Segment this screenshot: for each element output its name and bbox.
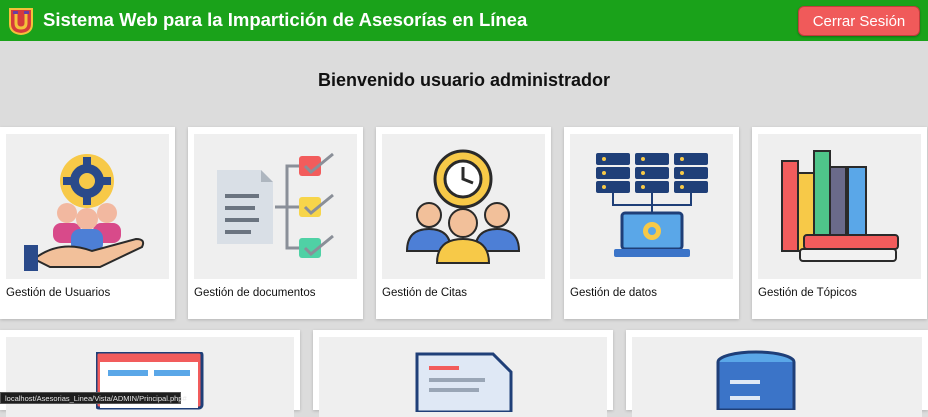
browser-status-url: localhost/Asesorias_Linea/Vista/ADMIN/Pr… — [0, 392, 187, 404]
document-file-icon — [415, 352, 513, 412]
card-label: Gestión de datos — [570, 287, 657, 299]
card-label: Gestión de documentos — [194, 287, 316, 299]
app-title: Sistema Web para la Impartición de Aseso… — [43, 9, 528, 30]
books-topics-icon — [781, 150, 899, 262]
card-user-management[interactable]: Gestión de Usuarios — [0, 127, 175, 319]
card-appointment-management[interactable]: Gestión de Citas — [376, 127, 551, 319]
card-label: Gestión de Citas — [382, 287, 468, 299]
card-document-management[interactable]: Gestión de documentos — [188, 127, 363, 319]
users-management-icon — [24, 154, 145, 271]
card-topic-management[interactable]: Gestión de Tópicos — [752, 127, 927, 319]
card-label: Gestión de Tópicos — [758, 287, 857, 299]
logout-button[interactable]: Cerrar Sesión — [798, 6, 920, 36]
app-header: Sistema Web para la Impartición de Aseso… — [0, 0, 928, 41]
app-logo-icon — [9, 8, 33, 35]
database-servers-icon — [596, 153, 708, 257]
card-label: Gestión de Usuarios — [6, 287, 111, 299]
welcome-heading: Bienvenido usuario administrador — [317, 70, 611, 90]
card-data-management[interactable]: Gestión de datos — [564, 127, 739, 319]
database-icon — [716, 350, 796, 410]
card-row2-3[interactable] — [626, 330, 928, 417]
documents-checklist-icon — [217, 152, 334, 258]
appointments-clock-icon — [405, 149, 521, 264]
card-row2-2[interactable] — [313, 330, 613, 417]
